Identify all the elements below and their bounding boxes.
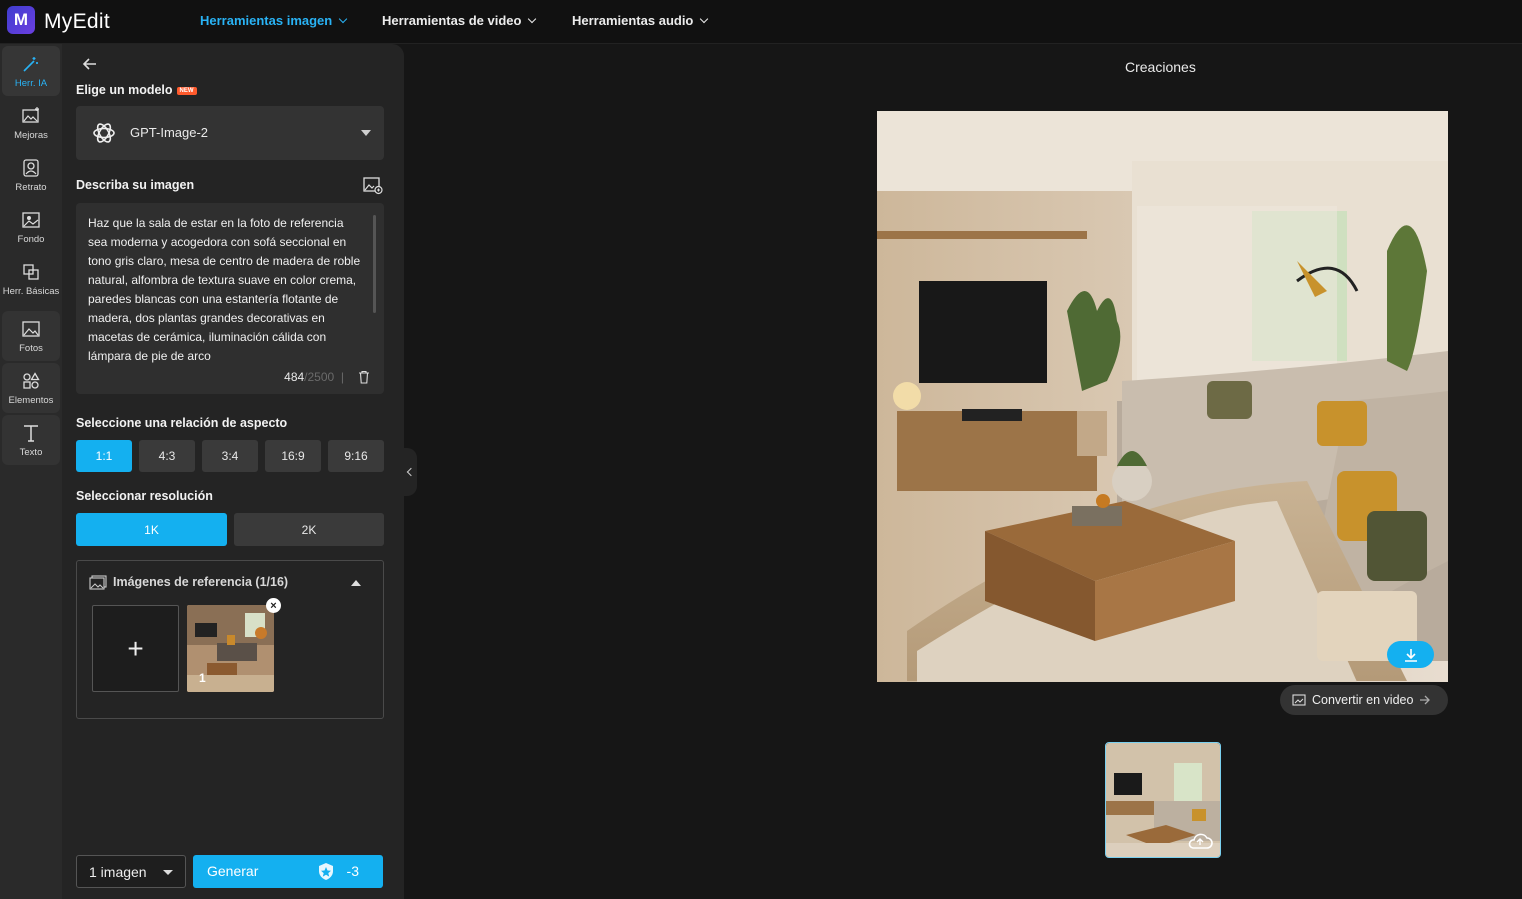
rail-item-text[interactable]: Texto [2,415,60,465]
model-select[interactable]: GPT-Image-2 [76,106,384,160]
chevron-down-icon [700,14,709,24]
nav-audio-tools[interactable]: Herramientas audio [572,13,709,28]
ratio-16-9[interactable]: 16:9 [265,440,321,472]
trash-icon[interactable] [358,370,370,384]
rail-label: Mejoras [14,129,48,141]
cloud-upload-icon[interactable] [1186,831,1214,851]
char-max: /2500 [304,370,335,384]
living-room-render [877,111,1448,682]
remove-reference-icon[interactable]: × [266,598,281,613]
reference-thumbnail[interactable]: 1 [187,605,274,692]
counter-divider: | [334,370,344,384]
caret-down-icon [361,130,371,136]
nav-label: Herramientas audio [572,13,694,28]
image-count-value: 1 imagen [89,864,147,880]
rail-label: Texto [19,446,43,458]
reference-images-section: Imágenes de referencia (1/16) + 1 × [76,560,384,719]
char-counter: 484/2500 | [284,370,344,384]
ratio-heading: Seleccione una relación de aspecto [76,416,288,430]
magic-wand-icon [23,56,38,72]
generate-cost: -3 [346,863,359,879]
reference-images-icon [89,575,107,590]
caret-down-icon [163,870,173,875]
prompt-text[interactable]: Haz que la sala de estar en la foto de r… [88,214,366,369]
rail-item-ai-tools[interactable]: Herr. IA [2,46,60,96]
rail-label: Herr. IA [14,77,48,89]
nav-label: Herramientas de video [382,13,522,28]
openai-logo-icon [93,123,115,143]
ai-image-panel: Elige un modelo NEW GPT-Image-2 Describa … [62,44,404,899]
generate-label: Generar [207,863,259,879]
generate-button[interactable]: Generar -3 [193,855,383,888]
add-reference-button[interactable]: + [92,605,179,692]
rail-item-enhance[interactable]: Mejoras [2,98,60,148]
model-name: GPT-Image-2 [130,125,209,140]
rail-item-portrait[interactable]: Retrato [2,150,60,200]
creations-title: Creaciones [1125,59,1196,75]
rail-item-photos[interactable]: Fotos [2,311,60,361]
rail-label: Elementos [8,394,54,406]
app-name[interactable]: MyEdit [44,10,110,34]
collapse-up-icon[interactable] [351,580,361,586]
back-arrow-icon[interactable] [80,54,100,74]
download-icon [1404,648,1417,662]
rail-item-basic-tools[interactable]: Herr. Básicas [2,254,60,304]
prompt-textarea[interactable]: Haz que la sala de estar en la foto de r… [76,203,384,394]
chevron-down-icon [528,14,537,24]
char-count: 484 [284,370,305,384]
model-heading-text: Elige un modelo [76,83,173,97]
ratio-4-3[interactable]: 4:3 [139,440,195,472]
nav-label: Herramientas imagen [200,13,333,28]
logo-letter: M [13,10,29,29]
ratio-3-4[interactable]: 3:4 [202,440,258,472]
text-icon [24,424,38,442]
image-enhance-icon [22,106,39,123]
thumbnail-index: 1 [199,671,206,685]
image-count-select[interactable]: 1 imagen [76,855,186,888]
generated-image[interactable] [877,111,1448,682]
collapse-panel-button[interactable] [401,448,417,496]
convert-to-video-button[interactable]: Convertir en video [1280,685,1448,715]
prompt-scrollbar[interactable] [373,215,376,313]
portrait-icon [23,158,39,177]
credit-shield-icon [319,863,333,880]
video-convert-icon [1292,694,1306,706]
nav-image-tools[interactable]: Herramientas imagen [200,13,348,28]
rail-label: Herr. Básicas [2,285,60,297]
app-logo[interactable]: M [7,6,35,34]
photo-icon [22,320,40,337]
rail-label: Fondo [17,233,45,245]
top-bar: M MyEdit Herramientas imagen Herramienta… [0,0,1522,44]
plus-icon: + [127,632,144,664]
resolution-1k[interactable]: 1K [76,513,227,546]
crop-icon [23,263,39,280]
chevron-down-icon [338,14,348,24]
ratio-1-1[interactable]: 1:1 [76,440,132,472]
tool-rail: Herr. IA Mejoras Retrato Fondo Herr. Bás… [0,44,62,899]
nav-video-tools[interactable]: Herramientas de video [382,13,537,28]
rail-label: Retrato [15,181,47,193]
rail-label: Fotos [19,342,43,354]
arrow-right-icon [1420,695,1431,705]
resolution-2k[interactable]: 2K [234,513,384,546]
background-icon [22,211,40,228]
resolution-heading: Seleccionar resolución [76,489,213,503]
image-prompt-icon[interactable] [363,177,383,195]
rail-item-elements[interactable]: Elementos [2,363,60,413]
reference-heading: Imágenes de referencia (1/16) [113,575,289,589]
chevron-left-icon [406,467,415,477]
ratio-9-16[interactable]: 9:16 [328,440,384,472]
convert-video-label: Convertir en video [1312,693,1414,707]
new-badge: NEW [176,86,197,95]
creation-thumbnail[interactable] [1105,742,1221,858]
download-button[interactable] [1387,641,1434,668]
elements-icon [23,371,40,389]
rail-item-background[interactable]: Fondo [2,202,60,252]
describe-heading: Describa su imagen [76,178,195,192]
model-heading: Elige un modelo NEW [76,83,197,97]
